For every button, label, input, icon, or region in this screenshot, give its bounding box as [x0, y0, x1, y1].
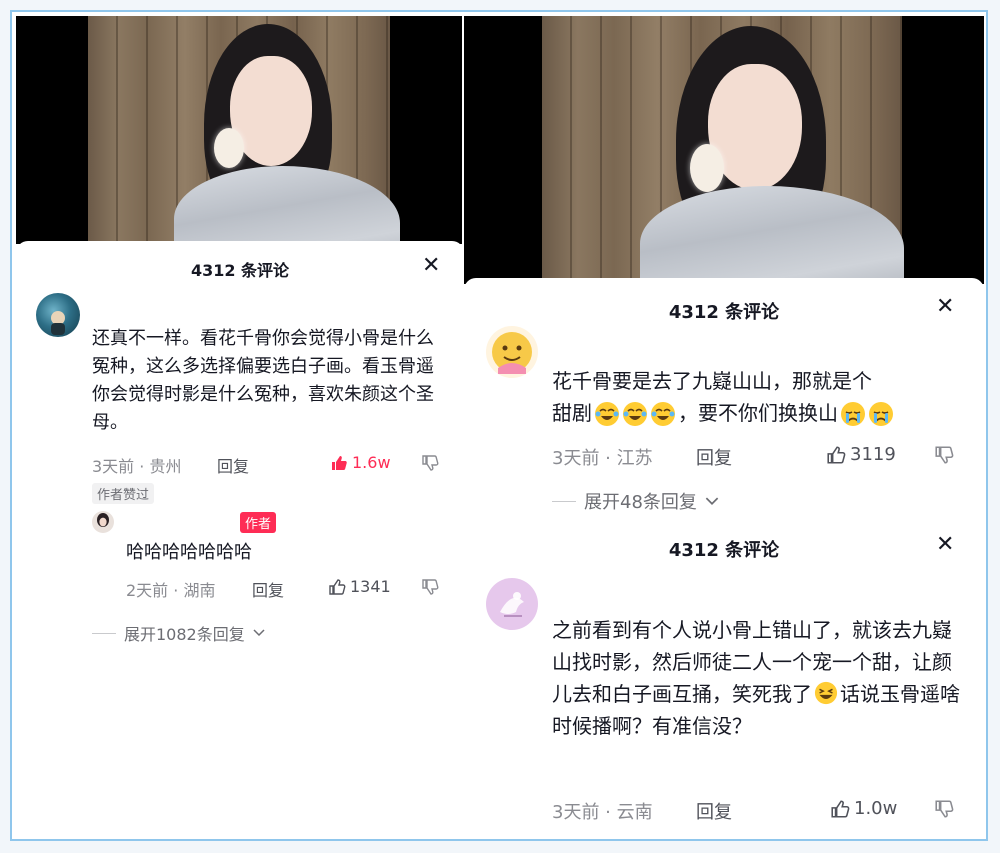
expand-replies-label: 展开48条回复: [584, 492, 697, 513]
comment-sheet-right-top: 4312 条评论 ✕ 花千骨要是去了九嶷山山，那就是个 甜剧 ，要不你们换换山 …: [464, 278, 984, 516]
expand-replies-label: 展开1082条回复: [124, 625, 245, 644]
comment-text-part-b: ，要不你们换换山: [678, 401, 838, 425]
like-count: 1341: [350, 577, 391, 596]
avatar[interactable]: [486, 578, 538, 630]
comment-count-title: 4312 条评论: [668, 540, 780, 561]
emoji-grin-icon: [814, 681, 838, 705]
reply-meta: 2天前 · 湖南: [126, 581, 216, 600]
comment-meta: 3天前 · 贵州: [92, 457, 182, 476]
comment-meta: 3天前 · 云南: [552, 802, 653, 823]
comment-text: 之前看到有个人说小骨上错山了，就该去九嶷山找时影，然后师徒二人一个宠一个甜，让颜…: [552, 614, 960, 742]
comment-sheet-right-bottom: 4312 条评论 ✕ 之前看到有个人说小骨上错山了，就该去九嶷山找时影，然后师徒…: [464, 516, 984, 837]
close-icon[interactable]: ✕: [936, 296, 954, 318]
thumbs-down-icon[interactable]: [421, 454, 439, 472]
close-icon[interactable]: ✕: [936, 534, 954, 556]
like-button[interactable]: 3119: [826, 444, 896, 465]
emoji-laugh-cry-icon: [594, 401, 676, 427]
comment-text: 还真不一样。看花千骨你会觉得小骨是什么冤种，这么多选择偏要选白子画。看玉骨遥你会…: [92, 328, 434, 433]
avatar[interactable]: [36, 293, 80, 337]
reply-button[interactable]: 回复: [217, 453, 249, 477]
reply-reply-button[interactable]: 回复: [252, 577, 284, 601]
expand-replies[interactable]: 展开1082条回复: [92, 621, 265, 645]
comment-meta: 3天前 · 江苏: [552, 448, 653, 469]
thumbs-up-icon: [330, 454, 348, 472]
thumbs-up-icon: [830, 799, 850, 819]
comment-text-line1: 花千骨要是去了九嶷山山，那就是个: [552, 369, 872, 393]
comment-count-title: 4312 条评论: [668, 302, 780, 323]
reply-like-button[interactable]: 1341: [328, 577, 391, 596]
chevron-down-icon: [705, 497, 719, 506]
video-still-right: [464, 16, 984, 284]
comment-count-title: 4312 条评论: [190, 261, 290, 280]
like-count: 1.0w: [854, 798, 898, 819]
like-button[interactable]: 1.6w: [330, 453, 391, 472]
like-count: 3119: [850, 444, 896, 465]
thumbs-down-icon[interactable]: [934, 799, 954, 819]
reply-avatar[interactable]: [92, 511, 114, 533]
thumbs-up-icon: [328, 578, 346, 596]
comment-sheet-left: 4312 条评论 ✕ 还真不一样。看花千骨你会觉得小骨是什么冤种，这么多选择偏要…: [16, 241, 464, 837]
emoji-cry-icon: [840, 401, 894, 427]
like-count: 1.6w: [352, 453, 391, 472]
chevron-down-icon: [253, 629, 265, 637]
reply-text: 哈哈哈哈哈哈哈: [126, 542, 252, 563]
video-still-left: [16, 16, 462, 244]
comment-text-part-a: 甜剧: [552, 401, 592, 425]
thumbs-down-icon[interactable]: [421, 578, 439, 596]
close-icon[interactable]: ✕: [422, 255, 440, 277]
thumbs-down-icon[interactable]: [934, 445, 954, 465]
like-button[interactable]: 1.0w: [830, 798, 897, 819]
thumbs-up-icon: [826, 445, 846, 465]
author-liked-badge: 作者赞过: [92, 483, 155, 504]
reply-button[interactable]: 回复: [696, 444, 732, 470]
reply-button[interactable]: 回复: [696, 798, 732, 824]
comment-text-line2: 甜剧 ，要不你们换换山: [552, 398, 894, 429]
author-tag: 作者: [240, 512, 277, 533]
avatar[interactable]: [486, 326, 538, 378]
expand-replies[interactable]: 展开48条回复: [552, 488, 719, 514]
